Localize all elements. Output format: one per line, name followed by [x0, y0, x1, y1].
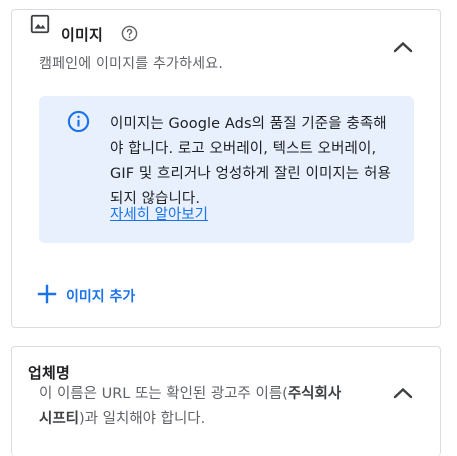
- desc-suffix: )과 일치해야 합니다.: [79, 411, 206, 427]
- plus-icon: [37, 284, 57, 304]
- info-text: 이미지는 Google Ads의 품질 기준을 충족해야 합니다. 로고 오버레…: [110, 116, 391, 207]
- desc-prefix: 이 이름은 URL 또는 확인된 광고주 이름(: [39, 386, 288, 402]
- business-name-title: 업체명: [28, 364, 71, 382]
- business-name-description: 이 이름은 URL 또는 확인된 광고주 이름(주식회사 시프티)과 일치해야 …: [39, 382, 359, 432]
- image-section-subtitle: 캠페인에 이미지를 추가하세요.: [39, 56, 223, 72]
- image-section-title: 이미지: [61, 26, 104, 44]
- learn-more-link[interactable]: 자세히 알아보기: [110, 203, 208, 224]
- add-image-label: 이미지 추가: [66, 289, 136, 305]
- help-icon[interactable]: [121, 25, 138, 42]
- chevron-up-icon[interactable]: [392, 386, 414, 400]
- chevron-up-icon[interactable]: [392, 40, 414, 54]
- image-icon: [30, 14, 50, 34]
- info-icon: [67, 110, 90, 133]
